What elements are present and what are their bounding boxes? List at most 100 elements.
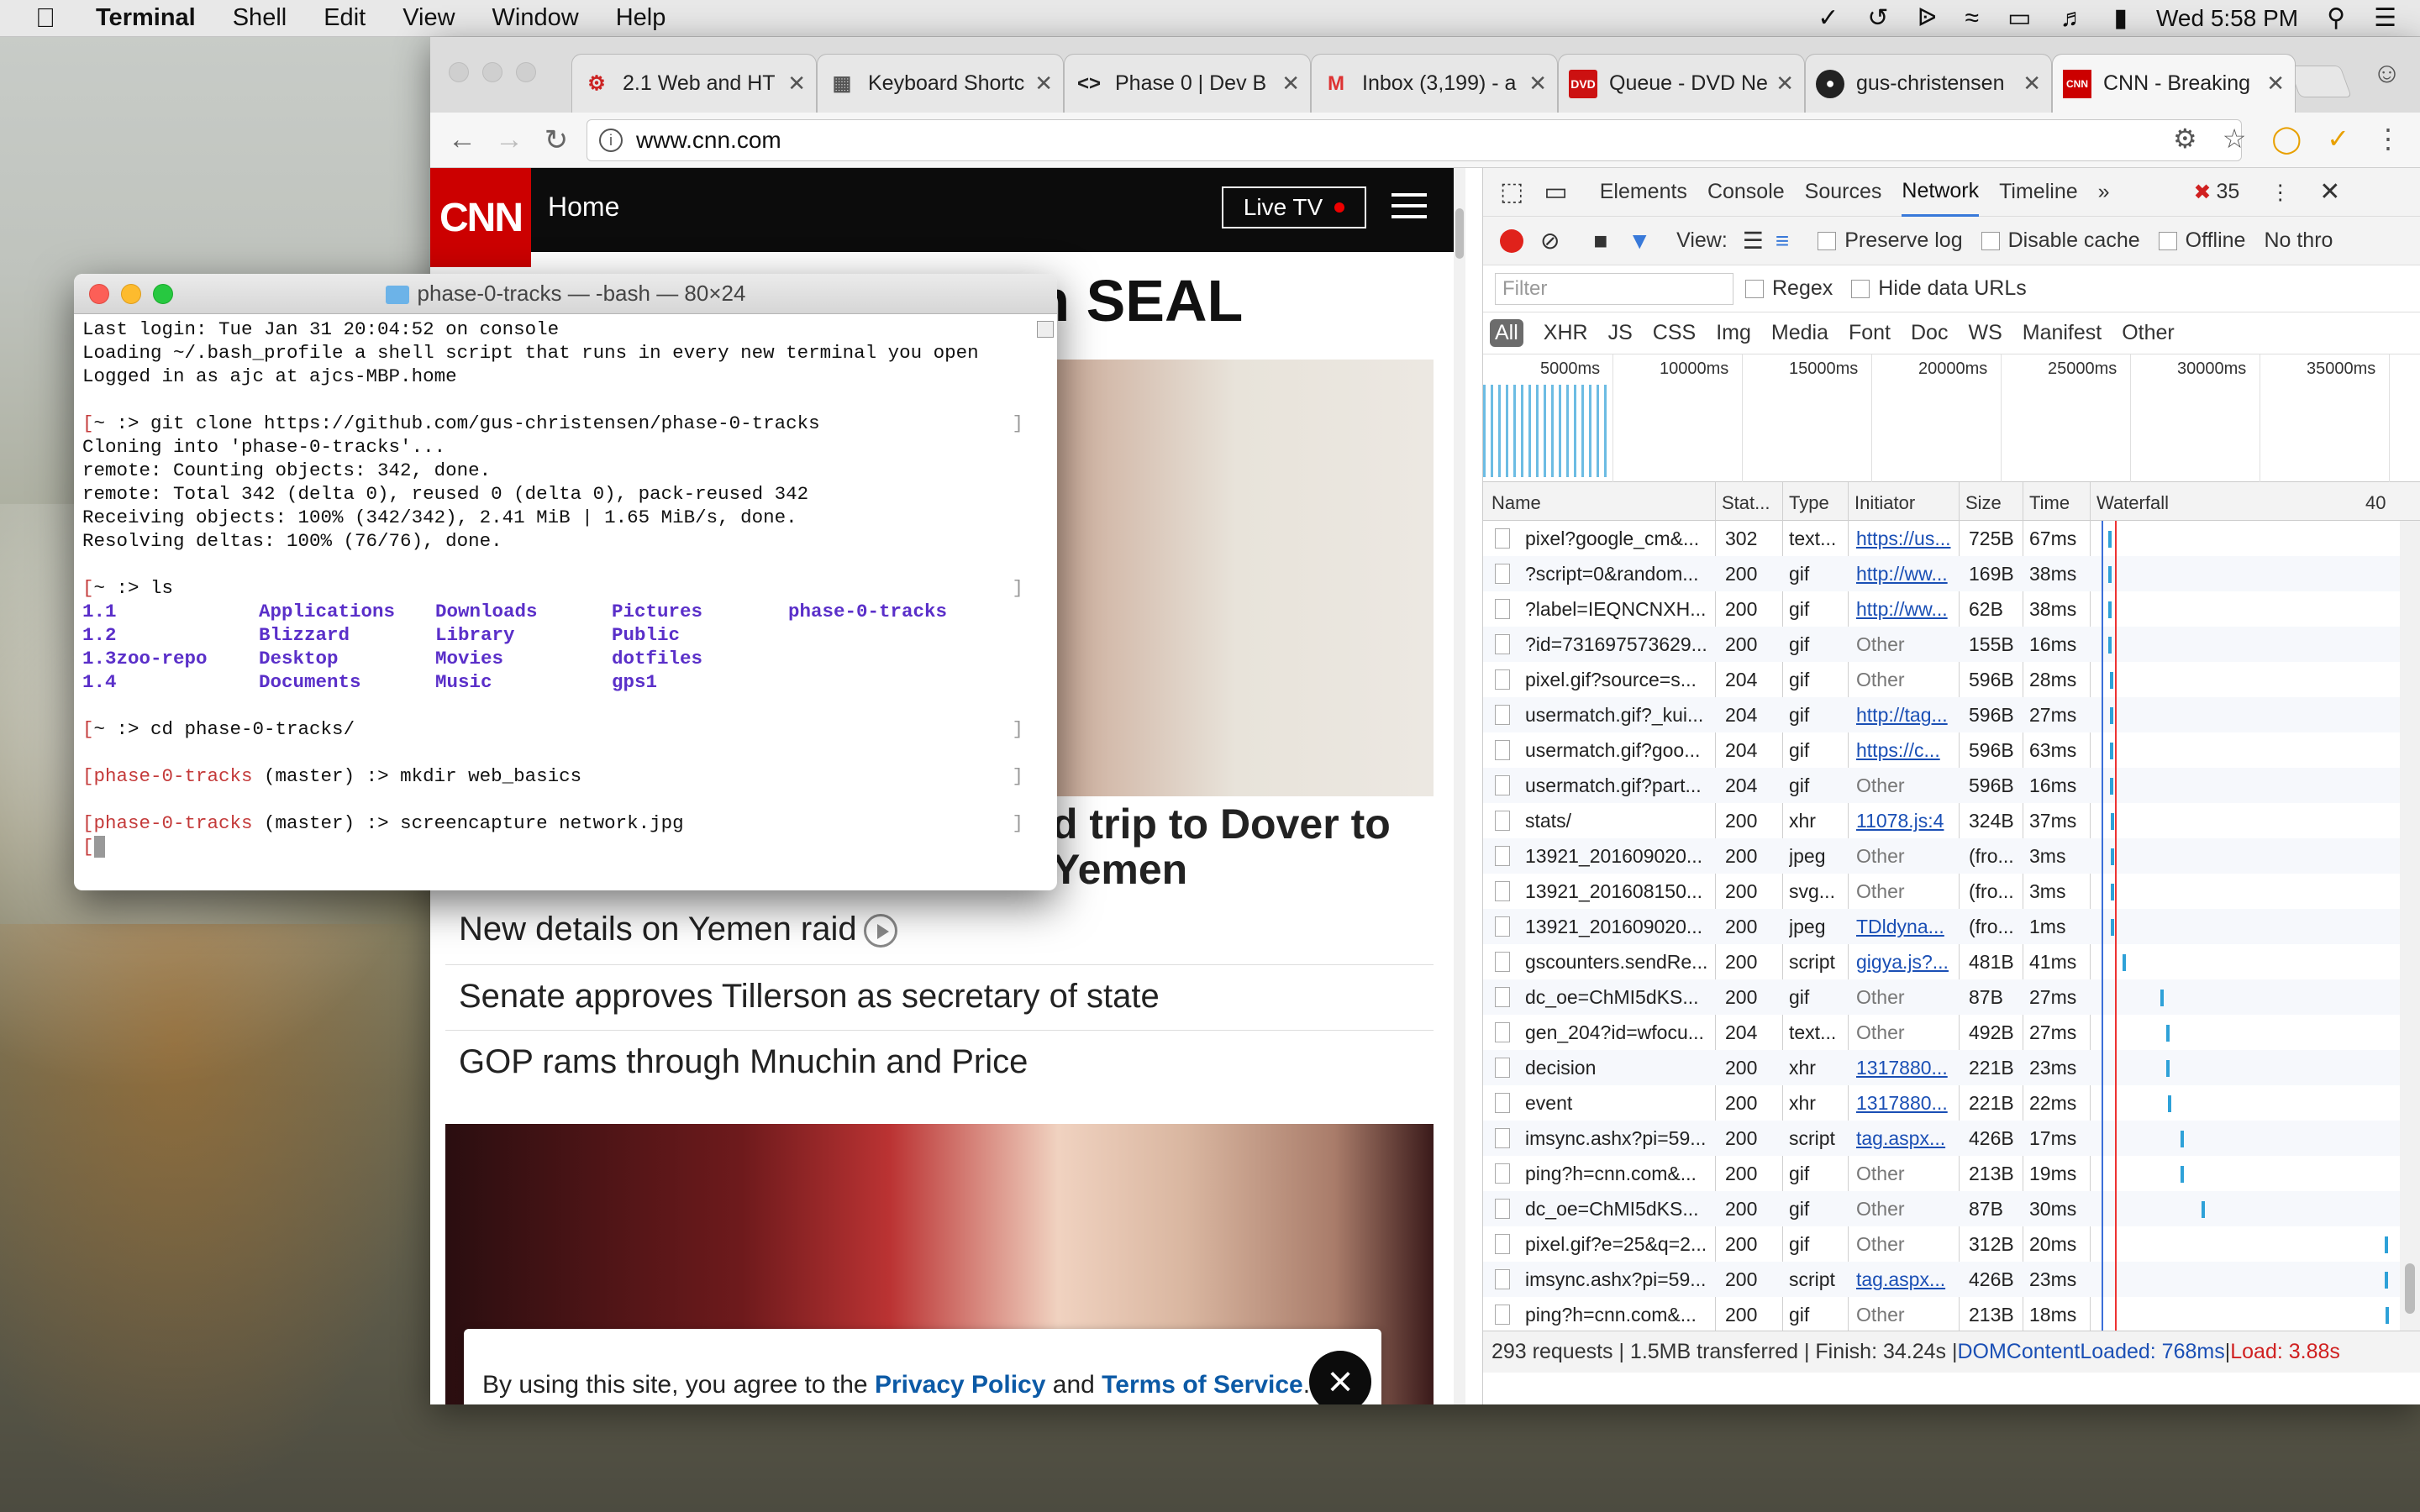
bluetooth-icon[interactable]: ᐉ bbox=[1918, 6, 1937, 31]
terminal-scroll-marker-icon[interactable] bbox=[1037, 321, 1054, 338]
more-tabs-icon[interactable]: » bbox=[2098, 168, 2110, 217]
browser-tab-7-active[interactable]: CNN CNN - Breaking ✕ bbox=[2052, 54, 2296, 113]
menu-app-name[interactable]: Terminal bbox=[96, 4, 196, 32]
story-link-tillerson[interactable]: Senate approves Tillerson as secretary o… bbox=[459, 978, 1160, 1016]
column-time[interactable]: Time bbox=[2029, 492, 2070, 514]
chrome-close-button[interactable] bbox=[449, 62, 469, 82]
request-initiator[interactable]: https://us... bbox=[1856, 528, 1955, 550]
type-filter-other[interactable]: Other bbox=[2122, 321, 2175, 345]
live-tv-button[interactable]: Live TV bbox=[1222, 186, 1366, 228]
battery-icon[interactable]: ▮ bbox=[2113, 6, 2128, 31]
error-count-icon[interactable]: ✖ bbox=[2194, 168, 2212, 217]
request-initiator[interactable]: TDldyna... bbox=[1856, 916, 1955, 938]
request-row[interactable]: ping?h=cnn.com&... 200 gif Other 213B 19ms bbox=[1483, 1156, 2401, 1191]
browser-tab-4[interactable]: M Inbox (3,199) - a ✕ bbox=[1311, 54, 1558, 113]
tab-close-icon[interactable]: ✕ bbox=[1034, 71, 1053, 97]
request-row[interactable]: usermatch.gif?_kui... 204 gif http://tag...… bbox=[1483, 697, 2401, 732]
request-initiator[interactable]: http://ww... bbox=[1856, 563, 1955, 585]
request-initiator[interactable]: https://c... bbox=[1856, 739, 1955, 762]
disable-cache-checkbox[interactable]: Disable cache bbox=[1981, 228, 2140, 253]
request-row[interactable]: imsync.ashx?pi=59... 200 script tag.aspx...… bbox=[1483, 1262, 2401, 1297]
page-scrollbar[interactable] bbox=[1454, 168, 1465, 1404]
request-row[interactable]: dc_oe=ChMI5dKS... 200 gif Other 87B 30ms bbox=[1483, 1191, 2401, 1226]
browser-tab-5[interactable]: DVD Queue - DVD Ne ✕ bbox=[1558, 54, 1805, 113]
filter-funnel-icon[interactable]: ▼ bbox=[1628, 228, 1651, 255]
type-filter-manifest[interactable]: Manifest bbox=[2023, 321, 2102, 345]
tab-elements[interactable]: Elements bbox=[1600, 168, 1687, 217]
request-row[interactable]: ping?h=cnn.com&... 200 gif Other 213B 18ms bbox=[1483, 1297, 2401, 1331]
browser-tab-3[interactable]: <> Phase 0 | Dev B ✕ bbox=[1064, 54, 1311, 113]
request-row[interactable]: ?id=731697573629... 200 gif Other 155B 16ms bbox=[1483, 627, 2401, 662]
request-initiator[interactable]: 1317880... bbox=[1856, 1057, 1955, 1079]
chrome-minimize-button[interactable] bbox=[482, 62, 502, 82]
capture-screenshots-icon[interactable]: ■ bbox=[1593, 228, 1607, 255]
clear-icon[interactable]: ⊘ bbox=[1540, 227, 1560, 255]
reload-icon[interactable]: ↻ bbox=[533, 123, 580, 157]
list-view-icon[interactable]: ☰ bbox=[1743, 227, 1764, 255]
terminal-window[interactable]: phase-0-tracks — -bash — 80×24 Last logi… bbox=[74, 274, 1057, 890]
error-count[interactable]: 35 bbox=[2216, 168, 2239, 217]
request-row[interactable]: pixel?google_cm&... 302 text... https://us.… bbox=[1483, 521, 2401, 556]
extension-check-icon[interactable]: ✓ bbox=[2327, 123, 2349, 155]
tab-network[interactable]: Network bbox=[1902, 168, 1980, 217]
story-link-yemen-raid[interactable]: New details on Yemen raid bbox=[459, 911, 897, 948]
volume-icon[interactable]: ♬ bbox=[2060, 6, 2085, 31]
request-initiator[interactable]: 11078.js:4 bbox=[1856, 810, 1955, 832]
browser-tab-1[interactable]: ⚙ 2.1 Web and HT ✕ bbox=[571, 54, 817, 113]
spotlight-search-icon[interactable]: ⚲ bbox=[2327, 6, 2345, 31]
type-filter-doc[interactable]: Doc bbox=[1911, 321, 1948, 345]
column-waterfall[interactable]: Waterfall bbox=[2096, 492, 2169, 514]
profile-icon[interactable]: ☺ bbox=[2372, 57, 2402, 90]
request-row[interactable]: stats/200 xhr 11078.js:4 324B 37ms bbox=[1483, 803, 2401, 838]
offline-checkbox[interactable]: Offline bbox=[2158, 228, 2245, 253]
extension-puzzle-icon[interactable]: ⚙ bbox=[2173, 123, 2197, 155]
tab-console[interactable]: Console bbox=[1707, 168, 1785, 217]
tab-close-icon[interactable]: ✕ bbox=[1281, 71, 1300, 97]
inspect-element-icon[interactable]: ⬚ bbox=[1500, 168, 1523, 217]
cnn-nav-home[interactable]: Home bbox=[548, 192, 619, 223]
type-filter-xhr[interactable]: XHR bbox=[1544, 321, 1588, 345]
hide-data-urls-checkbox[interactable]: Hide data URLs bbox=[1851, 276, 2027, 301]
request-row[interactable]: ?script=0&random... 200 gif http://ww... 169… bbox=[1483, 556, 2401, 591]
column-size[interactable]: Size bbox=[1965, 492, 2002, 514]
chrome-menu-icon[interactable]: ⋮ bbox=[2375, 123, 2402, 155]
request-initiator[interactable]: http://tag... bbox=[1856, 704, 1955, 727]
request-row[interactable]: pixel.gif?source=s... 204 gif Other 596B 28ms bbox=[1483, 662, 2401, 697]
request-initiator[interactable]: tag.aspx... bbox=[1856, 1268, 1955, 1291]
menu-edit[interactable]: Edit bbox=[324, 4, 366, 32]
tab-timeline[interactable]: Timeline bbox=[1999, 168, 2078, 217]
request-row[interactable]: imsync.ashx?pi=59... 200 script tag.aspx...… bbox=[1483, 1121, 2401, 1156]
request-row[interactable]: 13921_201609020... 200 jpeg TDldyna... (fro.… bbox=[1483, 909, 2401, 944]
network-overview[interactable]: 5000ms 10000ms 15000ms 20000ms 25000ms 3… bbox=[1483, 354, 2420, 482]
secondary-headline-line1[interactable]: d trip to Dover to bbox=[1052, 800, 1391, 848]
filter-input[interactable]: Filter bbox=[1495, 272, 1733, 305]
airplay-icon[interactable]: ▭ bbox=[2007, 6, 2031, 31]
notification-center-icon[interactable]: ☰ bbox=[2374, 6, 2396, 31]
request-initiator[interactable]: 1317880... bbox=[1856, 1092, 1955, 1115]
column-status[interactable]: Stat... bbox=[1722, 492, 1770, 514]
record-button[interactable] bbox=[1500, 228, 1523, 253]
request-initiator[interactable]: http://ww... bbox=[1856, 598, 1955, 621]
check-circle-icon[interactable]: ✓ bbox=[1818, 6, 1839, 31]
apple-menu-icon[interactable]:  bbox=[20, 3, 71, 34]
wifi-icon[interactable]: ≈ bbox=[1965, 6, 1979, 31]
address-bar[interactable]: i www.cnn.com bbox=[587, 119, 2242, 161]
browser-tab-2[interactable]: ▦ Keyboard Shortc ✕ bbox=[817, 54, 1064, 113]
waterfall-scale[interactable]: 40 bbox=[2365, 492, 2386, 514]
column-type[interactable]: Type bbox=[1789, 492, 1829, 514]
bookmark-star-icon[interactable]: ☆ bbox=[2223, 123, 2247, 155]
type-filter-js[interactable]: JS bbox=[1608, 321, 1633, 345]
tab-sources[interactable]: Sources bbox=[1805, 168, 1882, 217]
request-row[interactable]: event 200 xhr 1317880... 221B 22ms bbox=[1483, 1085, 2401, 1121]
cnn-logo[interactable]: CNN bbox=[430, 168, 531, 267]
request-initiator[interactable]: gigya.js?... bbox=[1856, 951, 1955, 974]
request-initiator[interactable]: tag.aspx... bbox=[1856, 1127, 1955, 1150]
column-name[interactable]: Name bbox=[1491, 492, 1541, 514]
request-table-scrollbar[interactable] bbox=[2400, 521, 2420, 1331]
close-icon[interactable]: × bbox=[1309, 1351, 1371, 1404]
request-row[interactable]: gen_204?id=wfocu... 204 text... Other 492B 27… bbox=[1483, 1015, 2401, 1050]
browser-tab-6[interactable]: ● gus-christensen ✕ bbox=[1805, 54, 2052, 113]
terminal-output[interactable]: Last login: Tue Jan 31 20:04:52 on conso… bbox=[82, 318, 1023, 889]
hamburger-menu-icon[interactable] bbox=[1392, 193, 1427, 226]
request-row[interactable]: dc_oe=ChMI5dKS... 200 gif Other 87B 27ms bbox=[1483, 979, 2401, 1015]
